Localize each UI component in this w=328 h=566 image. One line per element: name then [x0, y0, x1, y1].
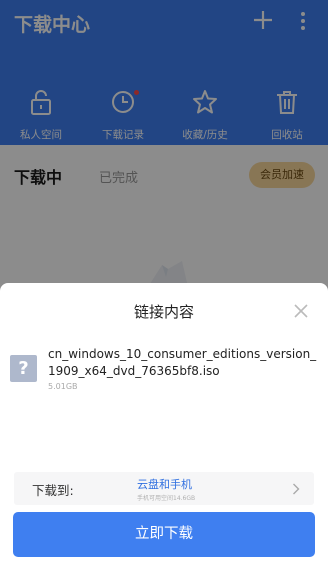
- available-space: 手机可用空间14.6GB: [137, 495, 196, 502]
- sheet-title: 链接内容: [133, 303, 194, 321]
- chevron-right-icon: [293, 483, 300, 495]
- link-content-sheet: 链接内容 ? cn_windows_10_consumer_editions_v…: [0, 283, 328, 566]
- destination-value: 云盘和手机: [137, 478, 192, 491]
- file-size: 5.01GB: [48, 382, 78, 391]
- close-icon[interactable]: [292, 302, 310, 320]
- file-icon-glyph: ?: [18, 358, 29, 379]
- destination-label: 下载到:: [32, 483, 74, 498]
- unknown-file-icon: ?: [10, 355, 37, 382]
- download-destination-row[interactable]: 下载到: 云盘和手机 手机可用空间14.6GB: [14, 472, 314, 505]
- file-name: cn_windows_10_consumer_editions_version_…: [48, 347, 317, 378]
- download-now-button[interactable]: 立即下载: [13, 512, 315, 557]
